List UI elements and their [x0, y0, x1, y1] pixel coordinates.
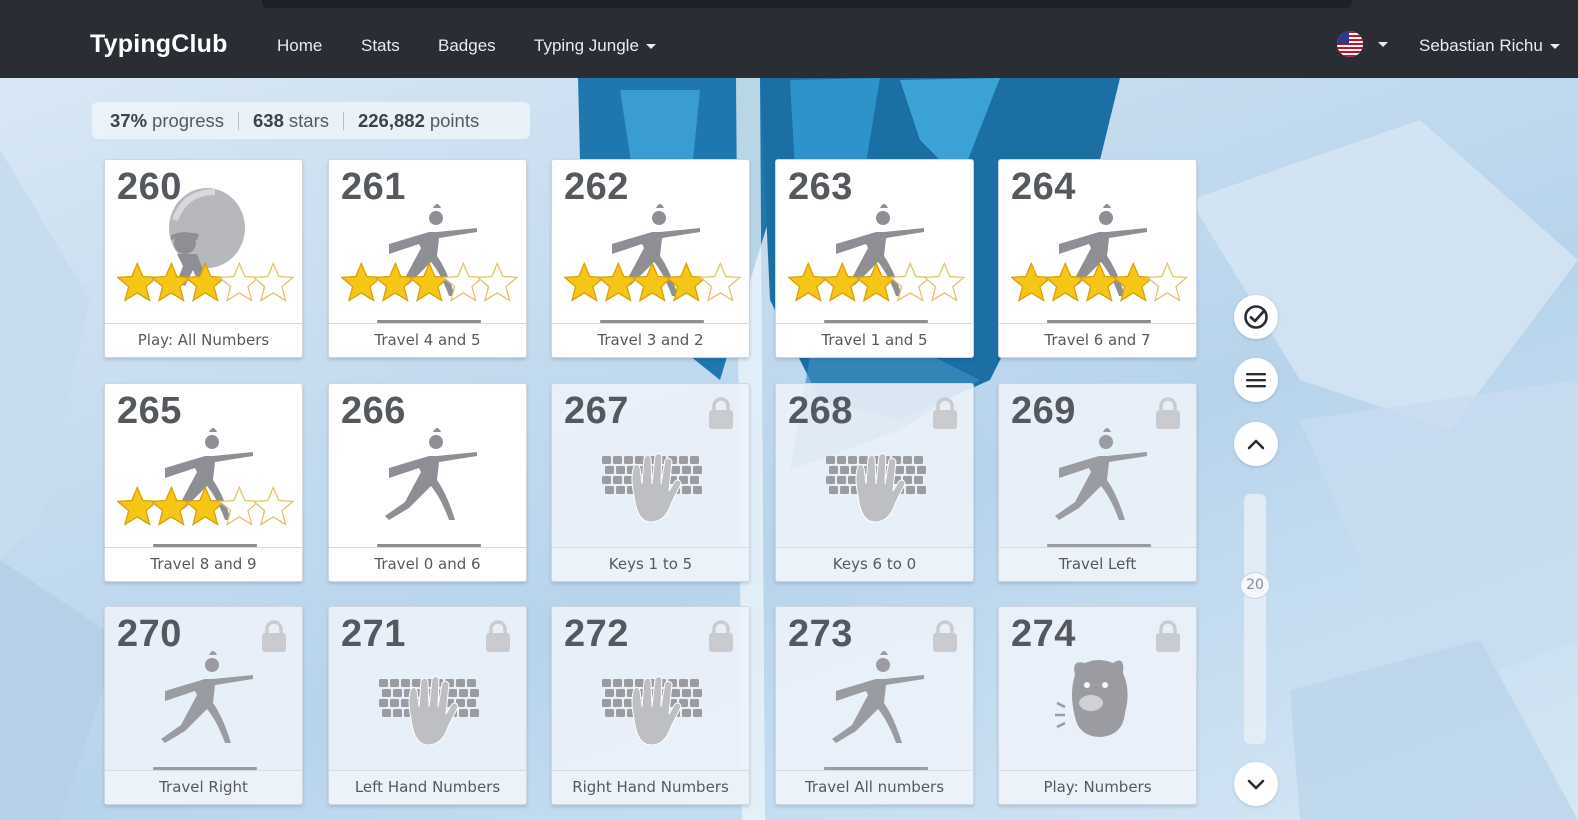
lesson-scroll-track[interactable]: [1244, 494, 1266, 744]
lesson-card[interactable]: 269 Travel Left: [998, 383, 1197, 582]
nav-stats-link[interactable]: Stats: [361, 36, 400, 56]
lesson-title: Travel Right: [105, 770, 302, 804]
lesson-card[interactable]: 266 Travel 0 and 6: [328, 383, 527, 582]
lesson-number: 272: [564, 613, 629, 655]
lesson-card[interactable]: 261 Travel 4 and 5: [328, 159, 527, 358]
nav-typing-jungle-label: Typing Jungle: [534, 36, 639, 55]
lesson-card[interactable]: 270 Travel Right: [104, 606, 303, 805]
nav-badges-link[interactable]: Badges: [438, 36, 496, 56]
lesson-number: 268: [788, 390, 853, 432]
browser-url-bar-strip: [262, 0, 1352, 8]
check-circle-button[interactable]: [1234, 295, 1278, 339]
lesson-title: Travel 8 and 9: [105, 547, 302, 581]
lesson-title: Play: All Numbers: [105, 323, 302, 357]
user-menu-dropdown[interactable]: Sebastian Richu: [1419, 36, 1560, 56]
lesson-card[interactable]: 271 Left Hand Numbers: [328, 606, 527, 805]
typingclub-logo[interactable]: TypingClub: [90, 30, 228, 59]
points-count: 226,882: [357, 109, 425, 131]
lesson-number: 267: [564, 390, 629, 432]
lesson-title: Travel Left: [999, 547, 1196, 581]
us-flag-icon[interactable]: [1337, 31, 1363, 57]
menu-button[interactable]: [1234, 358, 1278, 402]
nav-home-link[interactable]: Home: [277, 36, 322, 56]
star-rating: [340, 261, 521, 308]
lesson-number: 271: [341, 613, 406, 655]
lesson-title: Left Hand Numbers: [329, 770, 526, 804]
lesson-card[interactable]: 272 Right Hand Numbers: [551, 606, 750, 805]
lesson-title: Keys 1 to 5: [552, 547, 749, 581]
stars-label: stars: [288, 109, 329, 131]
lesson-title: Travel 4 and 5: [329, 323, 526, 357]
lesson-scroll-thumb[interactable]: 20: [1240, 572, 1270, 599]
progress-label: progress: [152, 109, 225, 131]
lesson-card[interactable]: 267 Keys 1 to 5: [551, 383, 750, 582]
progress-percent: 37%: [110, 109, 148, 131]
star-rating: [787, 261, 968, 308]
lesson-card[interactable]: 264 Travel 6 and 7: [998, 159, 1197, 358]
lesson-card[interactable]: 268 Keys 6 to 0: [775, 383, 974, 582]
lesson-title: Keys 6 to 0: [776, 547, 973, 581]
lesson-number: 262: [564, 166, 629, 208]
stars-count: 638: [253, 109, 284, 131]
lesson-number: 269: [1011, 390, 1076, 432]
lesson-number: 270: [117, 613, 182, 655]
chevron-down-icon: [645, 44, 656, 50]
lesson-title: Travel 3 and 2: [552, 323, 749, 357]
lesson-number: 260: [117, 166, 182, 208]
progress-summary: 37% progress 638 stars 226,882 points: [92, 102, 530, 139]
scroll-down-button[interactable]: [1234, 762, 1278, 806]
lesson-number: 264: [1011, 166, 1076, 208]
star-rating: [116, 261, 297, 308]
lesson-card[interactable]: 263 Travel 1 and 5: [775, 159, 974, 358]
lesson-card[interactable]: 274 Play: Numbers: [998, 606, 1197, 805]
star-rating: [563, 261, 744, 308]
lesson-card[interactable]: 262 Travel 3 and 2: [551, 159, 750, 358]
user-name: Sebastian Richu: [1419, 36, 1543, 55]
chevron-down-icon: [1549, 44, 1560, 50]
chevron-up-icon: [1247, 439, 1265, 450]
lesson-number: 273: [788, 613, 853, 655]
star-rating: [116, 485, 297, 532]
lesson-number: 261: [341, 166, 406, 208]
lesson-title: Play: Numbers: [999, 770, 1196, 804]
lesson-title: Travel 1 and 5: [776, 323, 973, 357]
lesson-number: 263: [788, 166, 853, 208]
language-chevron-down-icon[interactable]: [1378, 42, 1388, 47]
lesson-card[interactable]: 260 Play: All Numbers: [104, 159, 303, 358]
points-label: points: [429, 109, 480, 131]
lesson-title: Travel 0 and 6: [329, 547, 526, 581]
chevron-down-icon: [1247, 779, 1265, 790]
lesson-card[interactable]: 265 Travel 8 and 9: [104, 383, 303, 582]
check-circle-icon: [1244, 305, 1268, 329]
star-rating: [1010, 261, 1191, 308]
lesson-number: 266: [341, 390, 406, 432]
nav-typing-jungle-dropdown[interactable]: Typing Jungle: [534, 36, 656, 56]
lesson-number: 265: [117, 390, 182, 432]
lesson-number: 274: [1011, 613, 1076, 655]
lesson-card[interactable]: 273 Travel All numbers: [775, 606, 974, 805]
hamburger-menu-icon: [1246, 373, 1266, 388]
scroll-up-button[interactable]: [1234, 422, 1278, 466]
lesson-title: Right Hand Numbers: [552, 770, 749, 804]
lesson-title: Travel All numbers: [776, 770, 973, 804]
divider: [342, 111, 344, 130]
top-navbar: TypingClub Home Stats Badges Typing Jung…: [0, 0, 1578, 78]
divider: [238, 111, 240, 130]
lesson-title: Travel 6 and 7: [999, 323, 1196, 357]
